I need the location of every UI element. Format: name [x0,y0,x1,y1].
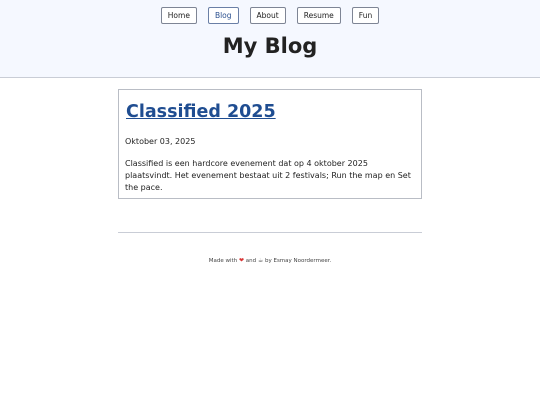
footer-divider [118,232,422,233]
nav-blog-link[interactable]: Blog [207,7,239,24]
heart-icon: ❤ [238,257,244,264]
nav-fun-link[interactable]: Fun [351,7,380,24]
nav-resume-link[interactable]: Resume [296,7,341,24]
footer-author: by Esmay Noordermeer. [264,258,332,264]
post-title-link[interactable]: Classified 2025 [126,102,276,122]
post-excerpt: Classified is een hardcore evenement dat… [125,159,411,192]
site-header: Home Blog About Resume Fun My Blog [0,0,540,78]
footer-made-with: Made with [208,258,238,264]
coffee-icon: ☕ [257,257,264,264]
nav-home-link[interactable]: Home [160,7,197,24]
page-title: My Blog [222,34,318,58]
post-date: Oktober 03, 2025 [125,137,196,146]
site-footer: Made with ❤ and ☕ by Esmay Noordermeer. [0,257,540,264]
main-nav: Home Blog About Resume Fun [0,7,540,24]
nav-about-link[interactable]: About [249,7,286,24]
footer-and: and [245,258,257,264]
